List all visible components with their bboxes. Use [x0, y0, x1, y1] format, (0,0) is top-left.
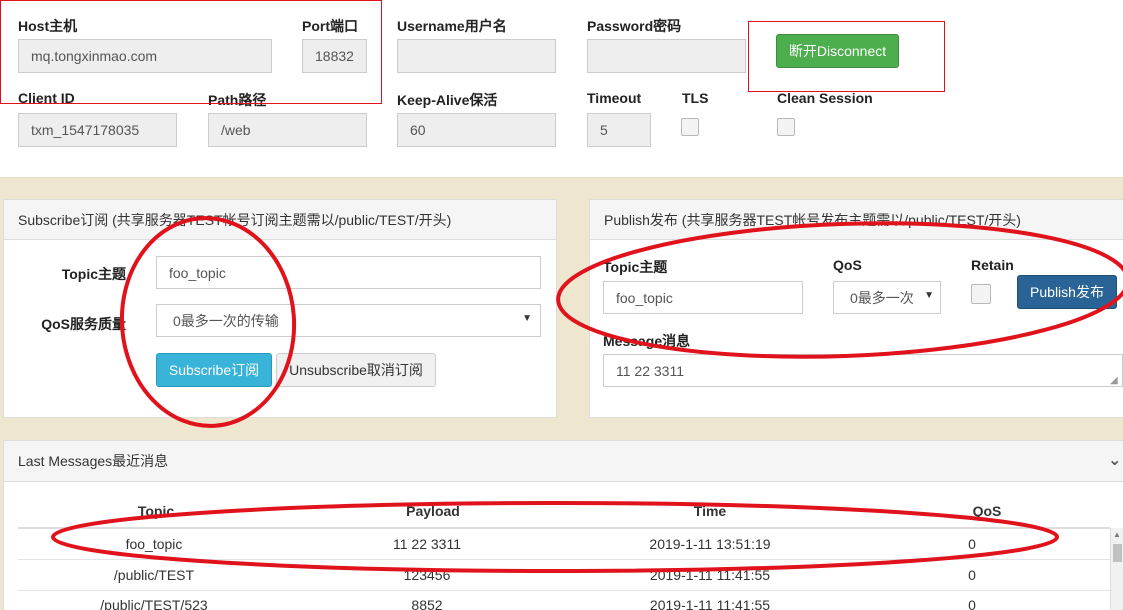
messages-panel-title: Last Messages最近消息: [18, 453, 169, 469]
keepalive-input[interactable]: 60: [397, 113, 556, 147]
table-header-divider: [18, 527, 1110, 529]
annotation-box-disconnect: [748, 21, 945, 92]
subscribe-qos-label: QoS服务质量: [41, 316, 126, 332]
cell-qos: 0: [968, 536, 976, 552]
cell-topic: foo_topic: [125, 536, 183, 552]
subscribe-qos-select[interactable]: 0最多一次的传输 ▼: [156, 304, 541, 337]
clean-session-label: Clean Session: [777, 90, 873, 106]
cell-payload: 8852: [411, 597, 443, 610]
chevron-down-icon[interactable]: ⌄: [1108, 450, 1121, 470]
column-header-time: Time: [693, 503, 727, 519]
row-divider: [18, 559, 1110, 560]
scrollbar-thumb[interactable]: [1113, 544, 1122, 562]
keepalive-label: Keep-Alive保活: [397, 92, 498, 108]
tls-checkbox[interactable]: [681, 118, 699, 136]
messages-panel-header: Last Messages最近消息: [4, 441, 1123, 482]
subscribe-topic-label: Topic主题: [61, 266, 126, 282]
timeout-label: Timeout: [587, 90, 642, 106]
publish-topic-label: Topic主题: [603, 259, 668, 275]
publish-button[interactable]: Publish发布: [1017, 275, 1117, 309]
password-label: Password密码: [587, 18, 682, 34]
cell-qos: 0: [968, 597, 976, 610]
cell-topic: /public/TEST/523: [100, 597, 208, 610]
column-header-qos: QoS: [972, 503, 1002, 519]
retain-checkbox[interactable]: [971, 284, 991, 304]
resize-grip-icon: ◢: [1110, 375, 1118, 386]
retain-label: Retain: [971, 257, 1014, 273]
message-label: Message消息: [603, 333, 691, 349]
username-label: Username用户名: [397, 18, 507, 34]
tls-label: TLS: [682, 90, 709, 106]
unsubscribe-button[interactable]: Unsubscribe取消订阅: [276, 353, 436, 387]
cell-time: 2019-1-11 11:41:55: [649, 597, 771, 610]
column-header-payload: Payload: [406, 503, 460, 519]
subscribe-panel-header: Subscribe订阅 (共享服务器TEST帐号订阅主题需以/public/TE…: [4, 200, 556, 240]
cell-time: 2019-1-11 13:51:19: [649, 536, 771, 552]
subscribe-button[interactable]: Subscribe订阅: [156, 353, 272, 387]
path-input[interactable]: /web: [208, 113, 367, 147]
message-textarea[interactable]: 11 22 3311: [603, 354, 1123, 387]
timeout-input[interactable]: 5: [587, 113, 651, 147]
publish-qos-label: QoS: [833, 257, 862, 273]
caret-down-icon: ▼: [522, 313, 532, 324]
caret-down-icon: ▼: [924, 290, 934, 301]
clean-session-checkbox[interactable]: [777, 118, 795, 136]
publish-qos-value: 0最多一次: [850, 289, 914, 306]
scroll-up-icon[interactable]: ▲: [1113, 530, 1121, 539]
clientid-input[interactable]: txm_1547178035: [18, 113, 177, 147]
column-header-topic: Topic: [137, 503, 175, 519]
publish-qos-select[interactable]: 0最多一次 ▼: [833, 281, 941, 314]
subscribe-topic-input[interactable]: foo_topic: [156, 256, 541, 289]
annotation-box-host: [0, 0, 382, 104]
cell-payload: 11 22 3311: [393, 536, 461, 552]
cell-qos: 0: [968, 567, 976, 583]
cell-time: 2019-1-11 11:41:55: [649, 567, 771, 583]
password-input[interactable]: [587, 39, 746, 73]
messages-panel: Last Messages最近消息: [3, 440, 1123, 610]
cell-topic: /public/TEST: [113, 567, 195, 583]
row-divider: [18, 590, 1110, 591]
table-scrollbar[interactable]: ▲: [1110, 528, 1123, 610]
cell-payload: 123456: [403, 567, 451, 583]
publish-topic-input[interactable]: foo_topic: [603, 281, 803, 314]
publish-panel-header: Publish发布 (共享服务器TEST帐号发布主题需以/public/TEST…: [590, 200, 1123, 240]
username-input[interactable]: [397, 39, 556, 73]
subscribe-qos-value: 0最多一次的传输: [173, 312, 279, 329]
